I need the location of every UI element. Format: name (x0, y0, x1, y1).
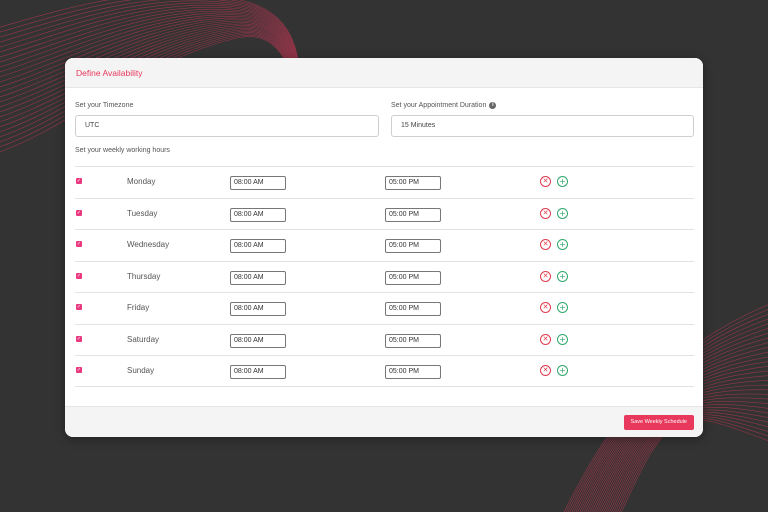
remove-circle-icon[interactable]: ✕ (540, 176, 551, 187)
add-circle-icon[interactable]: + (557, 176, 568, 187)
day-label: Sunday (127, 366, 155, 375)
end-time-input[interactable]: 05:00 PM (385, 270, 441, 285)
remove-circle-icon[interactable]: ✕ (540, 270, 551, 282)
schedule-row: ✓ Sunday 08:00 AM 05:00 PM ✕ + (75, 355, 694, 387)
add-circle-icon[interactable]: + (557, 302, 568, 313)
add-circle-icon[interactable]: + (557, 270, 568, 282)
checkbox-checked-icon[interactable]: ✓ (76, 367, 82, 373)
remove-circle-icon[interactable]: ✕ (540, 239, 551, 250)
checkbox-checked-icon[interactable]: ✓ (76, 209, 82, 216)
schedule-row: ✓ Monday 08:00 AM 05:00 PM ✕ + (75, 166, 694, 198)
card-title: Define Availability (76, 67, 143, 78)
end-time-input[interactable]: 05:00 PM (385, 333, 441, 348)
card-footer: Save Weekly Schedule (65, 406, 703, 437)
remove-circle-icon[interactable]: ✕ (540, 333, 551, 345)
add-circle-icon[interactable]: + (557, 239, 568, 250)
start-time-input[interactable]: 08:00 AM (230, 239, 286, 253)
checkbox-checked-icon[interactable]: ✓ (76, 335, 82, 342)
remove-circle-icon[interactable]: ✕ (540, 207, 551, 219)
end-time-input[interactable]: 05:00 PM (385, 302, 441, 316)
start-time-input[interactable]: 08:00 AM (230, 302, 286, 316)
duration-label: Set your Appointment Duration i (391, 102, 497, 109)
availability-card: Define Availability Set your Timezone UT… (65, 58, 703, 437)
add-circle-icon[interactable]: + (557, 207, 568, 219)
start-time-input[interactable]: 08:00 AM (230, 207, 286, 222)
day-label: Friday (127, 303, 150, 312)
checkbox-checked-icon[interactable]: ✓ (76, 304, 82, 310)
start-time-input[interactable]: 08:00 AM (230, 176, 286, 190)
end-time-input[interactable]: 05:00 PM (385, 365, 441, 379)
weekly-schedule-list: ✓ Monday 08:00 AM 05:00 PM ✕ + ✓ Tuesday 08:00 A… (75, 166, 694, 387)
card-header: Define Availability (65, 58, 703, 88)
timezone-input[interactable]: UTC (75, 115, 379, 137)
add-circle-icon[interactable]: + (557, 333, 568, 345)
remove-circle-icon[interactable]: ✕ (540, 302, 551, 313)
start-time-input[interactable]: 08:00 AM (230, 365, 286, 379)
checkbox-checked-icon[interactable]: ✓ (76, 241, 82, 247)
schedule-row: ✓ Saturday 08:00 AM 05:00 PM ✕ + (75, 323, 694, 356)
duration-label-text: Set your Appointment Duration (391, 102, 487, 109)
day-label: Monday (127, 177, 156, 186)
duration-input[interactable]: 15 Minutes (391, 115, 694, 137)
end-time-input[interactable]: 05:00 PM (385, 207, 441, 222)
schedule-row: ✓ Thursday 08:00 AM 05:00 PM ✕ + (75, 260, 694, 293)
end-time-input[interactable]: 05:00 PM (385, 239, 441, 253)
info-icon[interactable]: i (489, 102, 497, 109)
schedule-row: ✓ Friday 08:00 AM 05:00 PM ✕ + (75, 292, 694, 324)
checkbox-checked-icon[interactable]: ✓ (76, 272, 82, 279)
weekly-hours-label: Set your weekly working hours (75, 147, 170, 154)
schedule-row: ✓ Wednesday 08:00 AM 05:00 PM ✕ + (75, 229, 694, 261)
day-label: Wednesday (127, 240, 170, 249)
schedule-row: ✓ Tuesday 08:00 AM 05:00 PM ✕ + (75, 197, 694, 230)
end-time-input[interactable]: 05:00 PM (385, 176, 441, 190)
day-label: Thursday (127, 271, 161, 281)
save-weekly-schedule-button[interactable]: Save Weekly Schedule (623, 415, 694, 430)
checkbox-checked-icon[interactable]: ✓ (76, 178, 82, 184)
day-label: Tuesday (127, 208, 158, 218)
add-circle-icon[interactable]: + (557, 365, 568, 376)
day-label: Saturday (127, 334, 160, 344)
remove-circle-icon[interactable]: ✕ (540, 365, 551, 376)
start-time-input[interactable]: 08:00 AM (230, 333, 286, 348)
timezone-label: Set your Timezone (75, 102, 134, 109)
start-time-input[interactable]: 08:00 AM (230, 270, 286, 285)
